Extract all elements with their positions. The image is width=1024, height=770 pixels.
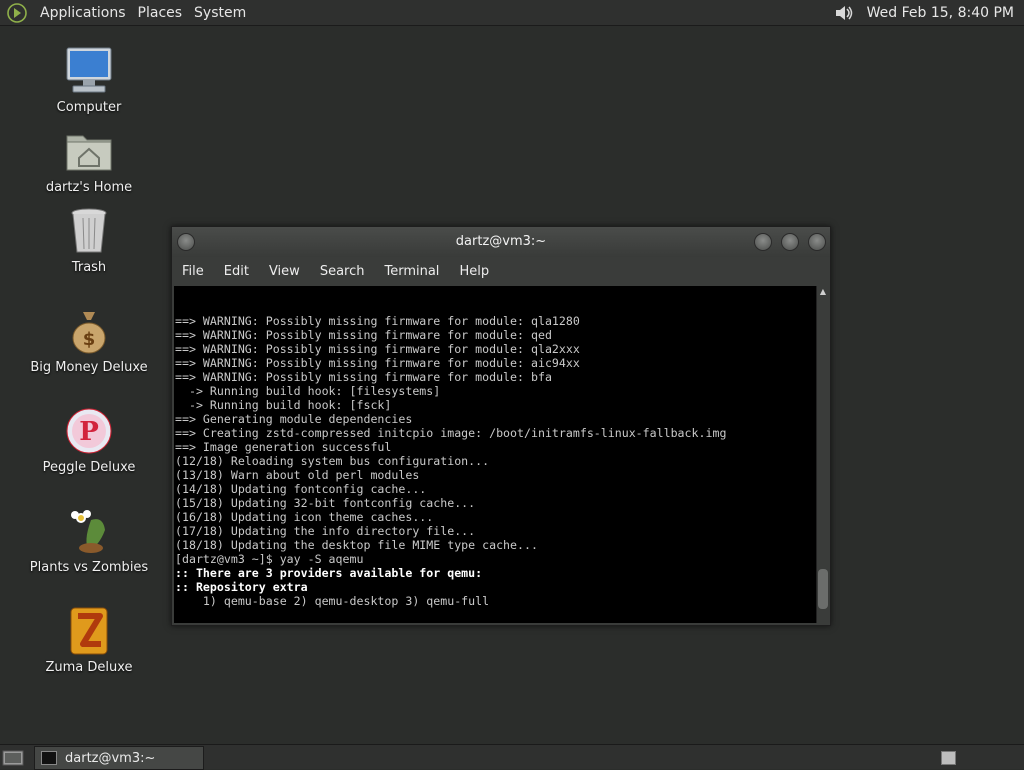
- terminal-line: (18/18) Updating the desktop file MIME t…: [175, 538, 538, 552]
- desktop-icon-label: Peggle Deluxe: [42, 460, 136, 475]
- show-desktop-icon[interactable]: [2, 748, 24, 766]
- trash-icon: [71, 208, 107, 253]
- terminal-output[interactable]: ==> WARNING: Possibly missing firmware f…: [174, 286, 816, 623]
- desktop-icon-peggle[interactable]: P Peggle Deluxe: [29, 406, 149, 475]
- terminal-line: :: There are 3 providers available for q…: [175, 566, 483, 580]
- terminal-line: (12/18) Reloading system bus configurati…: [175, 454, 490, 468]
- terminal-line: (15/18) Updating 32-bit fontconfig cache…: [175, 496, 476, 510]
- terminal-line: Enter a number (default=1):: [174, 622, 816, 623]
- desktop-icon-label: Plants vs Zombies: [29, 560, 149, 575]
- terminal-line: ==> WARNING: Possibly missing firmware f…: [175, 356, 580, 370]
- panel-tray: Wed Feb 15, 8:40 PM: [833, 0, 1024, 25]
- menu-terminal[interactable]: Terminal: [374, 264, 449, 279]
- terminal-window[interactable]: dartz@vm3:~ File Edit View Search Termin…: [171, 226, 831, 626]
- terminal-line: :: Repository extra: [175, 580, 308, 594]
- desktop-icon-label: Trash: [71, 260, 107, 275]
- terminal-line: -> Running build hook: [fsck]: [175, 398, 392, 412]
- terminal-icon: [41, 751, 57, 765]
- terminal-line: ==> Image generation successful: [175, 440, 392, 454]
- terminal-line: ==> WARNING: Possibly missing firmware f…: [175, 328, 552, 342]
- desktop-icon-label: Big Money Deluxe: [30, 360, 148, 375]
- svg-text:P: P: [79, 417, 99, 447]
- terminal-lines: ==> WARNING: Possibly missing firmware f…: [174, 314, 816, 623]
- places-menu[interactable]: Places: [132, 5, 189, 21]
- svg-text:$: $: [83, 329, 96, 350]
- terminal-line: 1) qemu-base 2) qemu-desktop 3) qemu-ful…: [175, 594, 490, 608]
- scrollbar-thumb[interactable]: [818, 569, 828, 609]
- bottom-panel: dartz@vm3:~: [0, 744, 1024, 770]
- menu-file[interactable]: File: [172, 264, 214, 279]
- menu-view[interactable]: View: [259, 264, 310, 279]
- menu-search[interactable]: Search: [310, 264, 375, 279]
- terminal-line: -> Running build hook: [filesystems]: [175, 384, 441, 398]
- top-panel: Applications Places System Wed Feb 15, 8…: [0, 0, 1024, 26]
- window-titlebar[interactable]: dartz@vm3:~: [172, 227, 830, 257]
- desktop-icon-big-money[interactable]: $ Big Money Deluxe: [29, 306, 149, 375]
- volume-icon[interactable]: [833, 2, 855, 24]
- maximize-button[interactable]: [781, 233, 799, 251]
- window-title: dartz@vm3:~: [455, 234, 547, 249]
- clock[interactable]: Wed Feb 15, 8:40 PM: [861, 5, 1020, 21]
- terminal-line: (17/18) Updating the info directory file…: [175, 524, 476, 538]
- zuma-icon: [70, 607, 108, 655]
- taskbar-item-label: dartz@vm3:~: [65, 750, 156, 766]
- terminal-line: (14/18) Updating fontconfig cache...: [175, 482, 427, 496]
- terminal-line: ==> WARNING: Possibly missing firmware f…: [175, 342, 580, 356]
- terminal-line: (13/18) Warn about old perl modules: [175, 468, 420, 482]
- distro-logo-icon[interactable]: [6, 2, 28, 24]
- terminal-line: [dartz@vm3 ~]$ yay -S aqemu: [175, 552, 364, 566]
- workspace-switcher[interactable]: [941, 751, 956, 765]
- scroll-up-arrow-icon[interactable]: ▲: [817, 286, 829, 298]
- desktop-icon-computer[interactable]: Computer: [29, 46, 149, 115]
- computer-icon: [66, 47, 112, 93]
- desktop-icon-home[interactable]: dartz's Home: [29, 126, 149, 195]
- terminal-line: ==> WARNING: Possibly missing firmware f…: [175, 314, 580, 328]
- menu-edit[interactable]: Edit: [214, 264, 259, 279]
- desktop-icon-trash[interactable]: Trash: [29, 206, 149, 275]
- terminal-line: (16/18) Updating icon theme caches...: [175, 510, 434, 524]
- menu-help[interactable]: Help: [449, 264, 499, 279]
- money-bag-icon: $: [72, 312, 106, 354]
- plants-vs-zombies-icon: [71, 510, 105, 553]
- terminal-line: ==> Creating zstd-compressed initcpio im…: [175, 426, 727, 440]
- home-folder-icon: [66, 135, 112, 171]
- terminal-line: ==> WARNING: Possibly missing firmware f…: [175, 370, 552, 384]
- desktop-icon-label: dartz's Home: [45, 180, 133, 195]
- desktop-icon-zuma[interactable]: Zuma Deluxe: [29, 606, 149, 675]
- system-menu[interactable]: System: [188, 5, 252, 21]
- minimize-button[interactable]: [754, 233, 772, 251]
- applications-menu[interactable]: Applications: [34, 5, 132, 21]
- close-button[interactable]: [808, 233, 826, 251]
- terminal-menubar: File Edit View Search Terminal Help: [172, 257, 830, 285]
- terminal-scrollbar[interactable]: ▲: [816, 286, 829, 623]
- desktop-icon-label: Zuma Deluxe: [45, 660, 133, 675]
- peggle-icon: P: [66, 408, 112, 454]
- terminal-line: ==> Generating module dependencies: [175, 412, 413, 426]
- taskbar-item-terminal[interactable]: dartz@vm3:~: [34, 746, 204, 770]
- window-menu-icon[interactable]: [177, 233, 195, 251]
- desktop-icon-label: Computer: [56, 100, 122, 115]
- desktop-icon-pvz[interactable]: Plants vs Zombies: [29, 506, 149, 575]
